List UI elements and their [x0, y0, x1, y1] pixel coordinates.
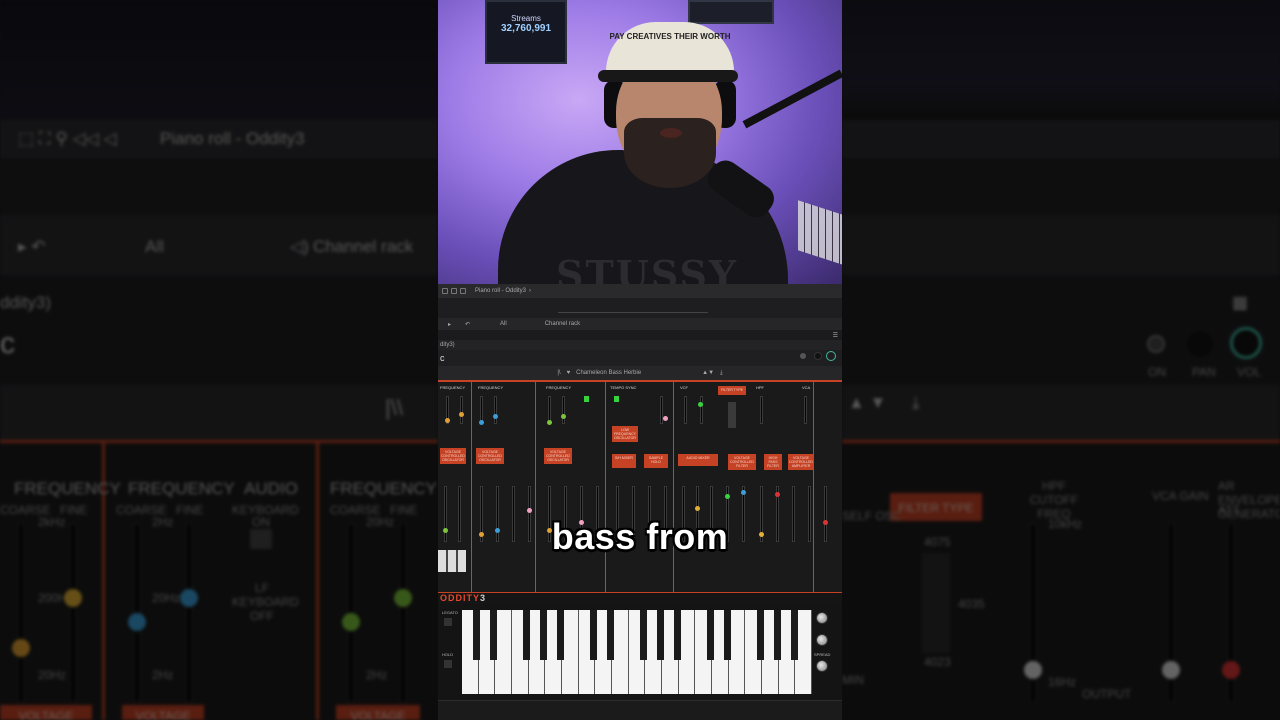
- hpf-label: HIGH PASS FILTER: [764, 454, 782, 470]
- volume-knob[interactable]: [826, 351, 836, 361]
- bg-lf-keyboard-off: LF KEYBOARD OFF: [232, 581, 299, 623]
- speaker-icon[interactable]: [460, 288, 466, 294]
- blurred-background-right: ON PAN VOL ▦ ▲ ▼ ⤓ FILTER TYPE HPF CUTOF…: [842, 0, 1280, 720]
- preset-name[interactable]: Chameleon Bass Herbie: [576, 370, 696, 376]
- vco1-label: VOLTAGE CONTROLLED OSCILLATOR: [440, 448, 466, 464]
- lfo-label: LOW FREQUENCY OSCILLATOR: [612, 426, 638, 442]
- on-button[interactable]: [800, 353, 806, 359]
- plaque-poster: Streams 32,760,991: [485, 0, 567, 64]
- instrument-name: dity3): [440, 342, 455, 348]
- bg-grid-icon: ▦: [1232, 293, 1249, 312]
- plugin-logo: c: [440, 353, 445, 363]
- bg-piano-roll-title: Piano roll - Oddity3: [160, 129, 305, 148]
- legato-label: LEGATO: [442, 610, 458, 615]
- vca-label: VOLTAGE CONTROLLED AMPLIFIER: [788, 454, 814, 470]
- audio-mixer-label: AUDIO MIXER: [678, 454, 718, 466]
- background-keyboard: [798, 200, 842, 270]
- bg-play-icon: ▸ ↶: [18, 237, 46, 256]
- bg-on-button: [1147, 335, 1165, 353]
- bg-synth-panel: FREQUENCY FREQUENCY AUDIO FREQUENCY COAR…: [0, 440, 438, 720]
- module-title-vco2: FREQUENCY: [478, 385, 504, 390]
- hold-switch[interactable]: [444, 660, 452, 668]
- preset-arrows-icon[interactable]: ▲▼: [702, 370, 714, 376]
- bg-download-icon: ⤓: [912, 393, 920, 412]
- vco3-label: VOLTAGE CONTROLLED OSCILLATOR: [544, 448, 572, 464]
- pan-knob[interactable]: [814, 352, 822, 360]
- piano-roll-bar: Piano roll - Oddity3 ›: [438, 284, 842, 298]
- vco2-label: VOLTAGE CONTROLLED OSCILLATOR: [476, 448, 504, 464]
- bg-voltage-box-2: VOLTAGE: [122, 705, 204, 720]
- daw-footer: [438, 700, 842, 720]
- snap-icon[interactable]: [442, 288, 448, 294]
- pitch-knob[interactable]: [816, 612, 828, 624]
- bg-label-frequency-3: FREQUENCY: [330, 479, 437, 498]
- bg-channel-rack-bar: All ◁) Channel rack ▸ ↶: [0, 215, 438, 275]
- preset-browser-icon[interactable]: |\: [557, 370, 560, 376]
- sh-mixer-label: S/H MIXER: [612, 454, 636, 468]
- download-icon[interactable]: ⤓: [720, 370, 723, 377]
- bg-label-frequency-2: FREQUENCY: [128, 479, 235, 498]
- chevron-right-icon[interactable]: ›: [529, 288, 531, 294]
- bg-voltage-box-3: VOLTAGE: [336, 705, 420, 720]
- bg-voltage-box-1: VOLTAGE: [0, 705, 92, 720]
- menu-icon[interactable]: ☰: [833, 332, 838, 339]
- blurred-background-left: Piano roll - Oddity3 ⬚ ⛶ ⚲ ◁◁ ◁ All ◁) C…: [0, 0, 438, 720]
- preset-bar: |\ ♥ Chameleon Bass Herbie ▲▼ ⤓: [438, 366, 842, 380]
- center-video-column: Streams 32,760,991 STUSSY PAY CREATIVES …: [438, 0, 842, 720]
- bg-piano-roll-bar: Piano roll - Oddity3 ⬚ ⛶ ⚲ ◁◁ ◁: [0, 120, 438, 160]
- sync-led[interactable]: [584, 396, 589, 402]
- oddity-logo: ODDITY3: [440, 593, 487, 603]
- bg-pan-knob: [1187, 331, 1213, 357]
- webcam-video: Streams 32,760,991 STUSSY PAY CREATIVES …: [438, 0, 842, 284]
- play-icon[interactable]: ▸: [448, 321, 451, 328]
- spread-label: SPREAD: [814, 652, 831, 657]
- module-title-hpf: HPF: [756, 385, 764, 390]
- undo-icon[interactable]: ↶: [465, 321, 470, 328]
- sample-hold-label: SAMPLE HOLD: [644, 454, 668, 468]
- bg-vol-knob: [1230, 327, 1262, 359]
- bg-preset-browser-icon: |\\: [385, 395, 403, 420]
- oddity-synth-panel: FREQUENCY FREQUENCY FREQUENCY TEMPO SYNC…: [438, 380, 842, 594]
- video-caption: bass from: [551, 516, 729, 557]
- bg-speaker-icon: ◁): [290, 237, 309, 256]
- daw-window: Piano roll - Oddity3 › ▸ ↶ All Channel r…: [438, 284, 842, 720]
- bg-toolbar-icons: ⬚ ⛶ ⚲ ◁◁ ◁: [18, 129, 117, 148]
- module-title-vco3: FREQUENCY: [546, 385, 572, 390]
- hoodie-print: STUSSY: [556, 252, 739, 284]
- bg-filter-all: All: [145, 237, 164, 256]
- legato-switch[interactable]: [444, 618, 452, 626]
- bg-channel-rack-label: Channel rack: [313, 237, 414, 256]
- channel-rack-title[interactable]: Channel rack: [545, 321, 580, 327]
- bg-instrument-name: ddity3): [0, 293, 52, 312]
- module-title-lfo: TEMPO SYNC: [610, 385, 637, 390]
- module-title-vca: VCA: [802, 385, 811, 390]
- piano-keyboard: [462, 610, 813, 694]
- mod-knob[interactable]: [816, 634, 828, 646]
- filter-type-button[interactable]: FILTER TYPE: [718, 386, 746, 395]
- spread-knob[interactable]: [816, 660, 828, 672]
- bg-label-frequency-1: FREQUENCY: [14, 479, 121, 498]
- wall-poster: [688, 0, 774, 24]
- bg-logo-letter: c: [0, 327, 15, 360]
- video-frame: Piano roll - Oddity3 ⬚ ⛶ ⚲ ◁◁ ◁ All ◁) C…: [0, 0, 1280, 720]
- filter-all[interactable]: All: [500, 321, 507, 327]
- keyboard-section: LEGATO HOLD SPREAD: [438, 604, 842, 700]
- vcf-label: VOLTAGE CONTROLLED FILTER: [728, 454, 756, 470]
- hold-label: HOLD: [442, 652, 454, 657]
- channel-rack-bar: ▸ ↶ All Channel rack: [438, 318, 842, 330]
- module-title-vcf: VCF: [680, 385, 688, 390]
- brand-bar: ODDITY3: [438, 592, 842, 604]
- zoom-icon[interactable]: [451, 288, 457, 294]
- bg-label-audio: AUDIO: [244, 479, 298, 498]
- piano-roll-title[interactable]: Piano roll - Oddity3: [475, 288, 526, 294]
- tempo-sync-led[interactable]: [614, 396, 619, 402]
- mic-boom-arm: [742, 69, 842, 129]
- bg-arrows-icon: ▲ ▼: [848, 393, 887, 412]
- heart-icon[interactable]: ♥: [567, 370, 571, 376]
- module-title-vco1: FREQUENCY: [440, 385, 466, 390]
